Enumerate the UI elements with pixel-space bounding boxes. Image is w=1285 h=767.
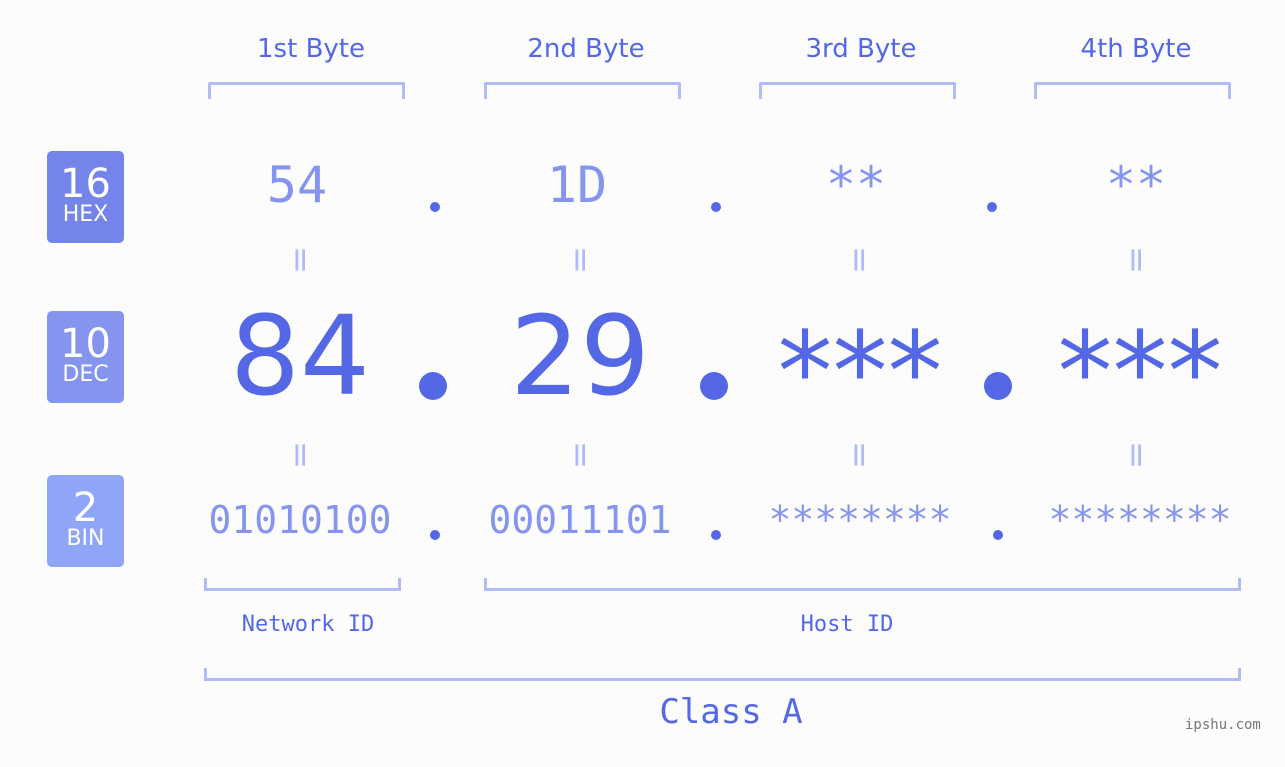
equals-sign: = [560,245,600,275]
hex-separator-dot [711,202,721,212]
watermark: ipshu.com [1185,717,1261,733]
network-id-bracket [204,578,401,591]
byte-bracket-3 [759,82,956,99]
equals-sign: = [280,245,320,275]
dec-separator-dot [419,372,447,400]
bin-byte-4: ******** [1048,498,1232,542]
class-bracket [204,668,1241,681]
dec-badge: 10 DEC [47,311,124,403]
bin-byte-2: 00011101 [488,498,672,542]
hex-base-number: 16 [60,161,111,207]
bin-separator-dot [430,530,440,540]
bin-separator-dot [711,530,721,540]
dec-byte-4: *** [1057,308,1223,436]
byte-bracket-2 [484,82,681,99]
hex-separator-dot [987,202,997,212]
host-id-bracket [484,578,1241,591]
equals-sign: = [839,440,879,470]
bin-base-number: 2 [72,485,99,531]
class-label: Class A [659,692,803,732]
dec-base-label: DEC [62,362,109,387]
bin-separator-dot [993,530,1003,540]
bin-base-label: BIN [66,526,105,551]
dec-byte-1: 84 [230,292,370,420]
bin-byte-1: 01010100 [208,498,392,542]
hex-separator-dot [430,202,440,212]
dec-byte-2: 29 [510,292,650,420]
byte-header-1: 1st Byte [257,34,365,64]
equals-sign: = [280,440,320,470]
dec-base-number: 10 [60,321,111,367]
byte-header-4: 4th Byte [1080,34,1192,64]
dec-separator-dot [984,372,1012,400]
hex-byte-1: 54 [266,156,328,214]
equals-sign: = [560,440,600,470]
equals-sign: = [1116,245,1156,275]
byte-header-3: 3rd Byte [805,34,917,64]
byte-header-2: 2nd Byte [527,34,645,64]
equals-sign: = [1116,440,1156,470]
hex-byte-3: ** [825,156,887,214]
bin-badge: 2 BIN [47,475,124,567]
hex-base-label: HEX [62,202,109,227]
byte-bracket-1 [208,82,405,99]
hex-byte-4: ** [1105,156,1167,214]
hex-byte-2: 1D [546,156,608,214]
dec-byte-3: *** [777,308,943,436]
equals-sign: = [839,245,879,275]
bin-byte-3: ******** [768,498,952,542]
host-id-label: Host ID [800,612,894,637]
dec-separator-dot [700,372,728,400]
byte-bracket-4 [1034,82,1231,99]
hex-badge: 16 HEX [47,151,124,243]
network-id-label: Network ID [241,612,375,637]
